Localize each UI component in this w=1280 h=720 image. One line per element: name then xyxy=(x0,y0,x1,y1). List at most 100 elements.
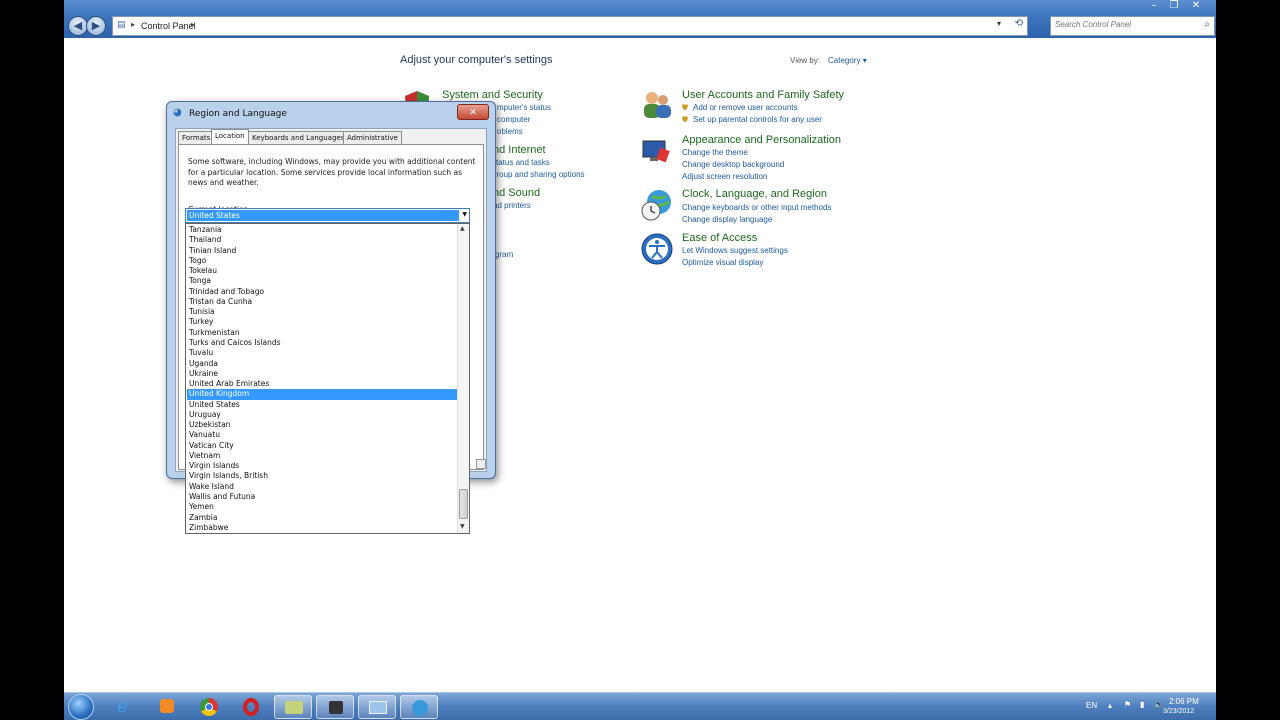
tab-formats[interactable]: Formats xyxy=(178,131,215,145)
link-fix-problems[interactable]: oblems xyxy=(497,127,523,136)
tab-location[interactable]: Location xyxy=(211,129,249,145)
view-by-value: Category xyxy=(828,56,861,65)
location-option[interactable]: Virgin Islands xyxy=(187,461,457,471)
link-desktop-background[interactable]: Change desktop background xyxy=(682,160,784,169)
location-option[interactable]: United Arab Emirates xyxy=(187,379,457,389)
link-change-theme[interactable]: Change the theme xyxy=(682,148,748,157)
language-indicator[interactable]: EN xyxy=(1086,701,1097,710)
breadcrumb-control-panel[interactable]: Control Panel xyxy=(141,21,196,31)
monitor-icon xyxy=(642,140,670,163)
location-option[interactable]: Vietnam xyxy=(187,451,457,461)
location-option[interactable]: United Kingdom xyxy=(187,389,457,400)
link-uninstall-program[interactable]: gram xyxy=(495,250,513,259)
tab-keyboards-languages[interactable]: Keyboards and Languages xyxy=(248,131,349,145)
tray-expand-icon[interactable]: ▴ xyxy=(1108,701,1112,710)
link-back-up[interactable]: computer xyxy=(497,115,530,124)
link-parental-controls[interactable]: Set up parental controls for any user xyxy=(693,115,822,124)
location-option[interactable]: Togo xyxy=(187,256,457,266)
location-option[interactable]: Tuvalu xyxy=(187,348,457,358)
location-option[interactable]: Uganda xyxy=(187,359,457,369)
category-system-security[interactable]: System and Security xyxy=(442,89,543,101)
location-option[interactable]: Zambia xyxy=(187,513,457,523)
refresh-icon[interactable]: ⟲ xyxy=(1015,18,1023,29)
location-option[interactable]: Virgin Islands, British xyxy=(187,471,457,481)
location-option[interactable]: Wake Island xyxy=(187,482,457,492)
category-ease-of-access[interactable]: Ease of Access xyxy=(682,232,757,244)
location-dropdown-list[interactable]: Tanzania Thailand Tinian Island Togo Tokelau… xyxy=(185,223,470,534)
link-add-remove-users[interactable]: Add or remove user accounts xyxy=(693,103,798,112)
dialog-close-button[interactable]: ✕ xyxy=(457,104,489,120)
location-option[interactable]: Wallis and Futuna xyxy=(187,492,457,502)
location-option[interactable]: Tokelau xyxy=(187,266,457,276)
location-option[interactable]: Ukraine xyxy=(187,369,457,379)
location-option[interactable]: Uzbekistan xyxy=(187,420,457,430)
network-icon[interactable]: ▮ xyxy=(1140,700,1144,709)
minimize-button[interactable]: – xyxy=(1144,0,1164,12)
location-option[interactable]: Thailand xyxy=(187,235,457,245)
chrome-icon[interactable] xyxy=(190,695,228,719)
address-dropdown-icon[interactable]: ▾ xyxy=(997,19,1001,28)
link-screen-resolution[interactable]: Adjust screen resolution xyxy=(682,172,767,181)
action-center-flag-icon[interactable]: ⚑ xyxy=(1124,700,1131,709)
clock-time[interactable]: 2:06 PM xyxy=(1169,697,1199,706)
view-by-dropdown[interactable]: Category ▾ xyxy=(828,56,867,65)
dropdown-scrollbar[interactable]: ▲ ▼ xyxy=(457,224,469,533)
location-option[interactable]: Vanuatu xyxy=(187,430,457,440)
location-option[interactable]: Tristan da Cunha xyxy=(187,297,457,307)
address-bar[interactable]: ▤ ▸ Control Panel ▸ ▾ ⟲ xyxy=(112,16,1028,36)
window-close-button[interactable]: ✕ xyxy=(1184,0,1208,12)
folder-icon[interactable] xyxy=(274,695,312,719)
link-homegroup[interactable]: group and sharing options xyxy=(492,170,585,179)
scroll-up-icon[interactable]: ▲ xyxy=(460,225,465,232)
chevron-down-icon[interactable]: ▼ xyxy=(462,211,467,218)
location-option[interactable]: Turks and Caicos Islands xyxy=(187,338,457,348)
scrollbar-thumb[interactable] xyxy=(459,489,468,519)
desktop-screen: ◀ ▶ ▤ ▸ Control Panel ▸ ▾ ⟲ ⌕ – ❐ ✕ Adju… xyxy=(64,0,1216,720)
location-option[interactable]: Trinidad and Tobago xyxy=(187,287,457,297)
breadcrumb-chevron-icon[interactable]: ▸ xyxy=(191,20,195,29)
opera-icon[interactable] xyxy=(232,695,270,719)
category-network-internet[interactable]: nd Internet xyxy=(493,144,546,156)
dialog-button-partial[interactable] xyxy=(476,459,486,469)
restore-button[interactable]: ❐ xyxy=(1164,0,1184,12)
tab-administrative[interactable]: Administrative xyxy=(343,131,402,145)
link-change-keyboards[interactable]: Change keyboards or other input methods xyxy=(682,203,831,212)
category-appearance[interactable]: Appearance and Personalization xyxy=(682,134,841,146)
location-option[interactable]: Yemen xyxy=(187,502,457,512)
category-clock-language-region[interactable]: Clock, Language, and Region xyxy=(682,188,827,200)
search-box[interactable]: ⌕ xyxy=(1050,16,1215,36)
back-icon[interactable]: ◀ xyxy=(68,16,88,36)
forward-icon[interactable]: ▶ xyxy=(86,16,106,36)
clock-date[interactable]: 3/23/2012 xyxy=(1163,708,1194,715)
location-option[interactable]: Tonga xyxy=(187,276,457,286)
location-option[interactable]: United States xyxy=(187,400,457,410)
location-option[interactable]: Uruguay xyxy=(187,410,457,420)
search-icon[interactable]: ⌕ xyxy=(1204,19,1210,30)
users-icon xyxy=(644,92,671,118)
media-player-icon[interactable] xyxy=(148,695,186,719)
video-icon[interactable] xyxy=(316,695,354,719)
location-option[interactable]: Turkmenistan xyxy=(187,328,457,338)
location-option[interactable]: Tunisia xyxy=(187,307,457,317)
link-devices-printers[interactable]: nd printers xyxy=(493,201,531,210)
location-option[interactable]: Tinian Island xyxy=(187,246,457,256)
remote-icon[interactable] xyxy=(358,695,396,719)
location-option[interactable]: Zimbabwe xyxy=(187,523,457,533)
current-location-select[interactable]: United States ▼ xyxy=(185,208,470,223)
start-orb-icon[interactable] xyxy=(68,694,94,720)
search-input[interactable] xyxy=(1055,20,1195,29)
category-hardware-sound[interactable]: nd Sound xyxy=(493,187,540,199)
control-panel-icon[interactable] xyxy=(400,695,438,719)
link-optimize-visual[interactable]: Optimize visual display xyxy=(682,258,763,267)
location-option[interactable]: Tanzania xyxy=(187,225,457,235)
link-display-language[interactable]: Change display language xyxy=(682,215,772,224)
category-user-accounts[interactable]: User Accounts and Family Safety xyxy=(682,89,844,101)
link-network-status[interactable]: status and tasks xyxy=(492,158,550,167)
link-suggest-settings[interactable]: Let Windows suggest settings xyxy=(682,246,788,255)
link-review-status[interactable]: mputer's status xyxy=(497,103,551,112)
location-option[interactable]: Vatican City xyxy=(187,441,457,451)
ie-icon[interactable]: e xyxy=(106,695,144,719)
scroll-down-icon[interactable]: ▼ xyxy=(460,523,465,530)
taskbar: e EN ▴ ⚑ ▮ 🔈 2:06 PM 3/23/2012 xyxy=(64,692,1216,720)
location-option[interactable]: Turkey xyxy=(187,317,457,327)
